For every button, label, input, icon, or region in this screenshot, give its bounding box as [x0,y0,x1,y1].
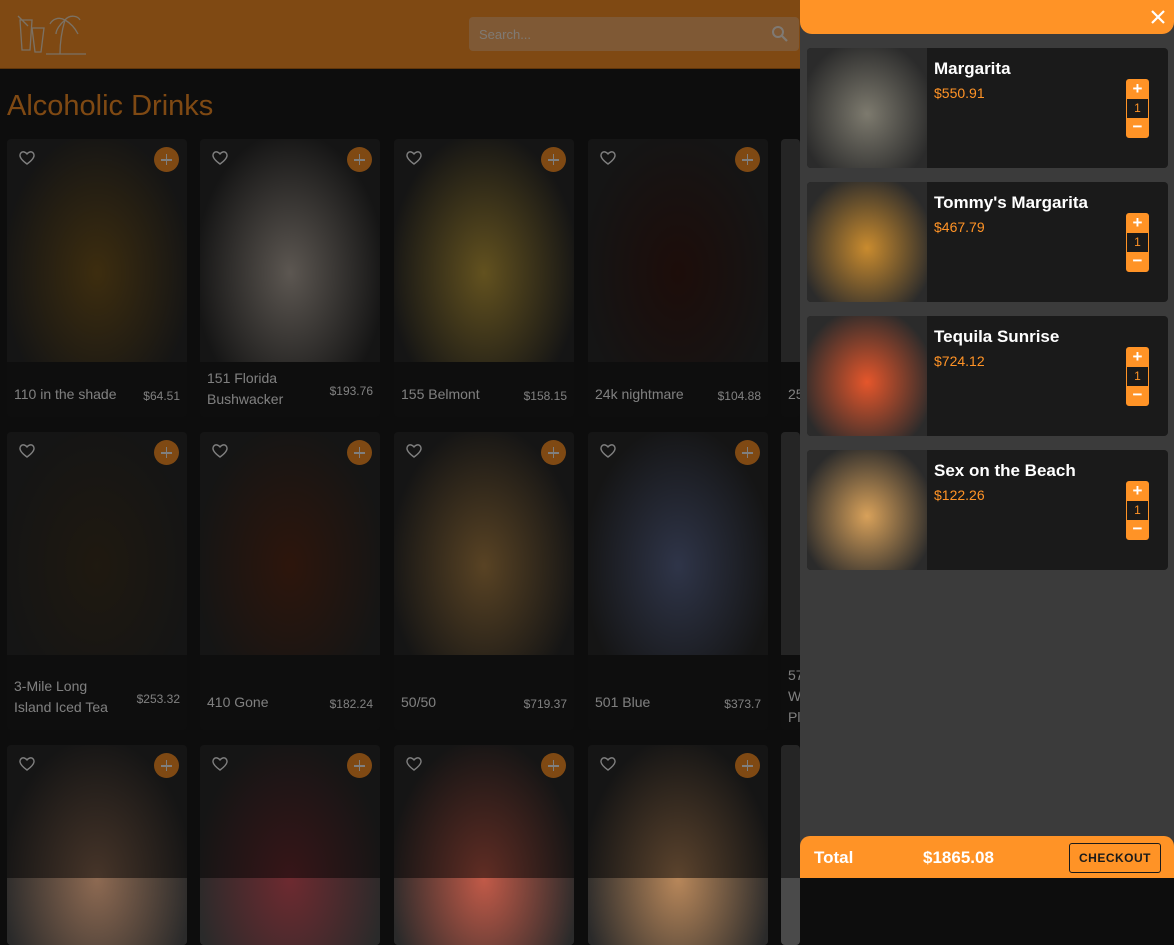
increment-button[interactable]: + [1127,80,1148,99]
cart-item: Tequila Sunrise $724.12 +1− [807,316,1168,436]
quantity-stepper: +1− [1126,347,1149,406]
cart-item-name: Margarita [934,59,1011,78]
decrement-button[interactable]: − [1127,252,1148,271]
cart-item: Tommy's Margarita $467.79 +1− [807,182,1168,302]
decrement-button[interactable]: − [1127,520,1148,539]
quantity-value[interactable]: 1 [1127,233,1148,252]
quantity-value[interactable]: 1 [1127,367,1148,386]
quantity-stepper: +1− [1126,79,1149,138]
cart-item-price: $467.79 [934,219,985,235]
cart-header [800,0,1174,34]
backdrop-overlay[interactable] [0,0,800,878]
decrement-button[interactable]: − [1127,386,1148,405]
cart-item-name: Tequila Sunrise [934,327,1060,346]
total-value: $1865.08 [923,848,994,867]
cart-item-name: Sex on the Beach [934,461,1076,480]
cart-item-image [807,48,927,168]
decrement-button[interactable]: − [1127,118,1148,137]
cart-item-price: $122.26 [934,487,985,503]
close-icon[interactable] [1150,9,1166,25]
cart-item-image [807,316,927,436]
cart-footer: Total $1865.08 CHECKOUT [800,836,1174,878]
quantity-stepper: +1− [1126,213,1149,272]
cart-item-price: $550.91 [934,85,985,101]
cart-item: Sex on the Beach $122.26 +1− [807,450,1168,570]
quantity-stepper: +1− [1126,481,1149,540]
quantity-value[interactable]: 1 [1127,501,1148,520]
checkout-button[interactable]: CHECKOUT [1069,843,1161,873]
increment-button[interactable]: + [1127,214,1148,233]
increment-button[interactable]: + [1127,348,1148,367]
cart-item-image [807,182,927,302]
cart-item-name: Tommy's Margarita [934,193,1088,212]
increment-button[interactable]: + [1127,482,1148,501]
total-label: Total [814,848,854,867]
cart-item-image [807,450,927,570]
cart-item: Margarita $550.91 +1− [807,48,1168,168]
cart-drawer: Margarita $550.91 +1− Tommy's Margarita $467… [800,0,1174,878]
cart-item-price: $724.12 [934,353,985,369]
quantity-value[interactable]: 1 [1127,99,1148,118]
